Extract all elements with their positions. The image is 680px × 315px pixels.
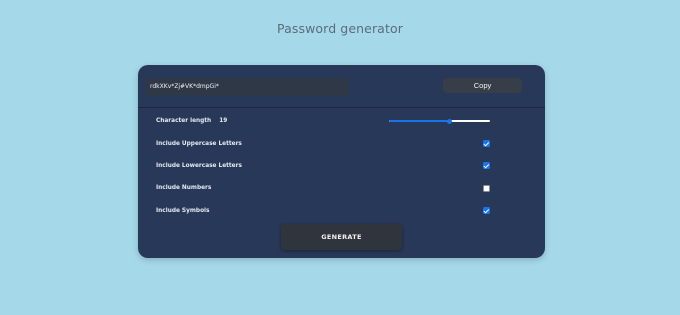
page-title: Password generator <box>277 21 403 36</box>
character-length-slider[interactable] <box>389 117 490 126</box>
password-output-row: rdkXKv*Zj#VK*dmpGi* Copy <box>138 65 545 108</box>
lowercase-checkbox[interactable] <box>483 162 490 169</box>
symbols-checkbox[interactable] <box>483 207 490 214</box>
option-label-numbers: Include Numbers <box>156 185 212 191</box>
slider-thumb[interactable] <box>446 118 453 124</box>
generate-button[interactable]: GENERATE <box>281 224 402 250</box>
option-label-uppercase: Include Uppercase Letters <box>156 141 242 147</box>
numbers-checkbox[interactable] <box>483 184 490 192</box>
character-length-value: 19 <box>219 118 228 124</box>
password-generator-card: rdkXKv*Zj#VK*dmpGi* Copy Character lengt… <box>138 65 545 258</box>
character-length-label: Character length <box>156 118 212 124</box>
option-label-lowercase: Include Lowercase Letters <box>156 163 242 169</box>
slider-fill <box>389 120 450 123</box>
character-length-row: Character length 19 <box>156 118 227 124</box>
option-label-symbols: Include Symbols <box>156 208 210 214</box>
copy-button[interactable]: Copy <box>443 78 522 93</box>
password-output-field[interactable]: rdkXKv*Zj#VK*dmpGi* <box>145 78 349 96</box>
uppercase-checkbox[interactable] <box>483 140 490 147</box>
